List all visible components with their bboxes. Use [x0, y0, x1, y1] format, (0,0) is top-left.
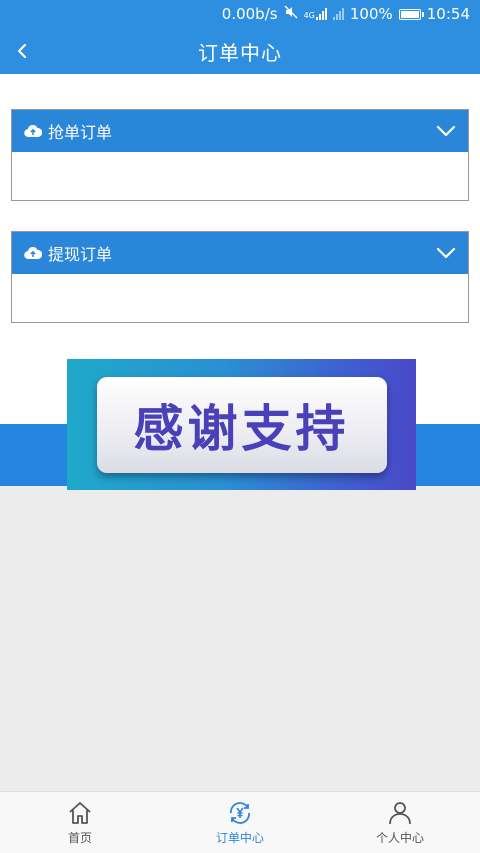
network-speed: 0.00b/s	[221, 5, 278, 23]
withdraw-order-panel: 提现订单	[11, 231, 469, 323]
withdraw-order-label: 提现订单	[48, 245, 113, 264]
withdraw-order-panel-header[interactable]: 提现订单	[12, 232, 468, 274]
signal-secondary-icon	[332, 8, 344, 20]
clock: 10:54	[426, 5, 470, 23]
person-icon	[389, 801, 411, 824]
chevron-left-icon	[17, 43, 27, 59]
tab-order-center[interactable]: 订单中心	[160, 792, 320, 853]
battery-icon	[398, 8, 424, 20]
thanks-banner: 感谢支持	[67, 359, 416, 490]
yen-refresh-icon	[230, 801, 250, 824]
grab-order-panel-header[interactable]: 抢单订单	[12, 110, 468, 152]
grab-order-panel: 抢单订单	[11, 109, 469, 201]
app-header: 订单中心	[0, 28, 480, 74]
page-title: 订单中心	[198, 40, 282, 65]
chevron-down-icon	[436, 122, 456, 141]
cloud-upload-icon	[24, 124, 42, 138]
status-bar: 0.00b/s 4G 100% 10:54	[0, 0, 480, 28]
tab-profile[interactable]: 个人中心	[320, 792, 480, 853]
signal-icon	[315, 8, 327, 20]
screen: 0.00b/s 4G 100% 10:54 订单中心 抢单订单 提现订单 感谢支…	[0, 0, 480, 853]
tab-profile-label: 个人中心	[375, 830, 424, 845]
grab-order-panel-body	[12, 152, 468, 200]
cloud-upload-icon	[24, 246, 42, 260]
tab-home[interactable]: 首页	[0, 792, 160, 853]
battery-percent: 100%	[349, 5, 393, 23]
withdraw-order-panel-body	[12, 274, 468, 322]
banner-plate: 感谢支持	[96, 376, 387, 473]
mute-icon	[284, 5, 298, 23]
grab-order-label: 抢单订单	[48, 123, 113, 142]
home-icon	[69, 801, 91, 824]
tab-order-center-label: 订单中心	[215, 830, 264, 845]
banner-text: 感谢支持	[133, 398, 350, 458]
tab-home-label: 首页	[67, 830, 92, 845]
network-type: 4G	[303, 11, 315, 20]
bottom-tab-bar: 首页 订单中心 个人中心	[0, 791, 480, 853]
back-button[interactable]	[6, 28, 38, 74]
chevron-down-icon	[436, 244, 456, 263]
